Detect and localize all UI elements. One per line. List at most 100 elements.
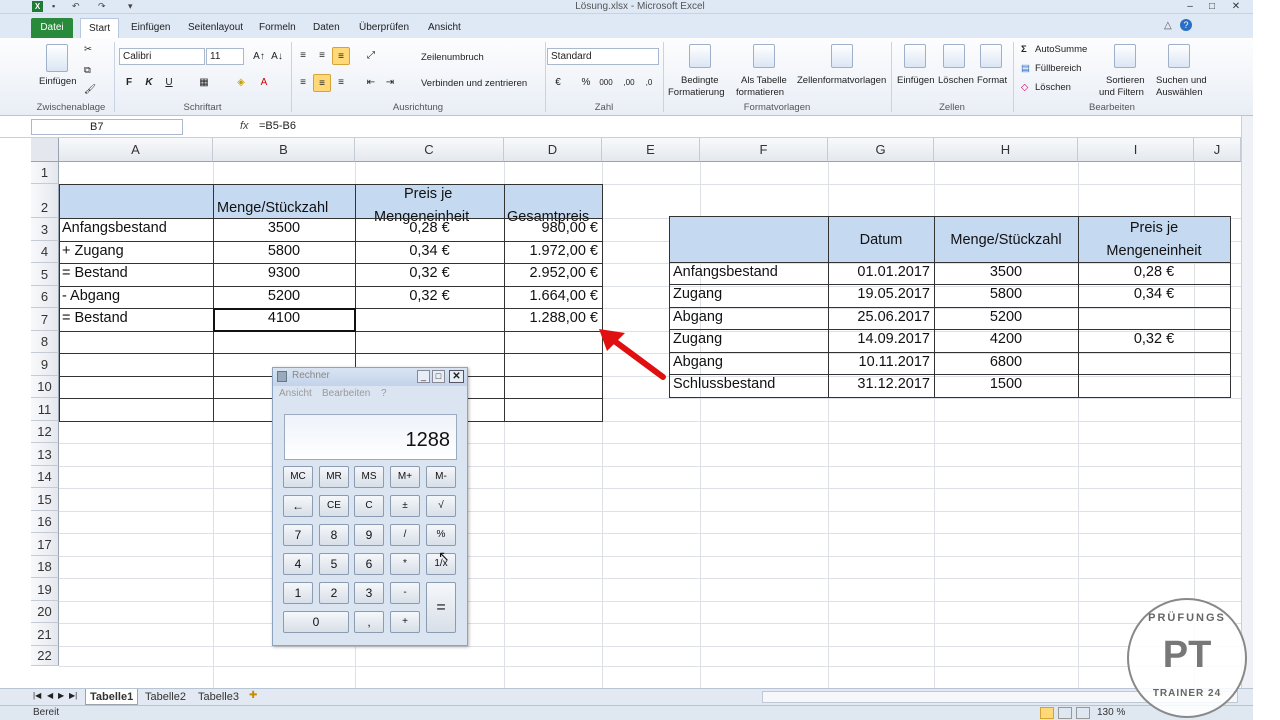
table1-row-price[interactable]: 0,32 €	[355, 265, 504, 281]
table1-row-total[interactable]: 980,00 €	[504, 220, 598, 236]
insert-sheet-icon[interactable]: ✚	[249, 690, 257, 701]
font-color-icon[interactable]: A	[255, 74, 273, 92]
decrease-indent-icon[interactable]: ⇤	[362, 74, 380, 92]
align-right-icon[interactable]: ≡	[332, 74, 350, 92]
minimize-ribbon-icon[interactable]: △	[1164, 20, 1172, 31]
decrease-decimal-icon[interactable]: ,0	[640, 74, 658, 92]
row-header-4[interactable]: 4	[31, 241, 59, 263]
table2-row-date[interactable]: 14.09.2017	[828, 331, 934, 347]
row-header-21[interactable]: 21	[31, 623, 59, 646]
shrink-font-icon[interactable]: A↓	[268, 48, 286, 66]
table1-row-label[interactable]: - Abgang	[62, 288, 120, 304]
format-as-table-icon[interactable]	[753, 44, 775, 68]
conditional-formatting-label2[interactable]: Formatierung	[668, 87, 725, 98]
find-select-icon[interactable]	[1168, 44, 1190, 68]
table2-row-label[interactable]: Abgang	[673, 309, 723, 325]
row-header-7[interactable]: 7	[31, 308, 59, 331]
tab-formulas[interactable]: Formeln	[251, 18, 304, 38]
calc-key-k6[interactable]: 6	[354, 553, 384, 575]
table2-row-date[interactable]: 10.11.2017	[828, 354, 934, 370]
paste-button[interactable]: Einfügen	[39, 76, 77, 87]
delete-cells-icon[interactable]	[943, 44, 965, 68]
table2-row-label[interactable]: Zugang	[673, 331, 722, 347]
table2-row-quantity[interactable]: 5200	[934, 309, 1078, 325]
autosum-icon[interactable]: Σ	[1021, 44, 1027, 55]
calc-key-pm[interactable]: ±	[390, 495, 420, 517]
table2-row-label[interactable]: Anfangsbestand	[673, 264, 778, 280]
table2-row-price[interactable]: 0,34 €	[1078, 286, 1230, 302]
calc-key-mc[interactable]: MC	[283, 466, 313, 488]
conditional-formatting-icon[interactable]	[689, 44, 711, 68]
column-header-h[interactable]: H	[934, 138, 1078, 162]
calculator-title-bar[interactable]: Rechner _ □ ✕	[273, 368, 467, 386]
select-all-corner[interactable]	[31, 138, 59, 162]
table1-empty-cell[interactable]	[504, 331, 603, 354]
table1-row-quantity[interactable]: 5200	[213, 288, 355, 304]
table1-empty-cell[interactable]	[59, 331, 214, 354]
tab-data[interactable]: Daten	[305, 18, 348, 38]
underline-button[interactable]: U	[160, 74, 178, 92]
table1-row-quantity[interactable]: 9300	[213, 265, 355, 281]
calc-key-ce[interactable]: CE	[319, 495, 349, 517]
name-box[interactable]: B7	[31, 119, 183, 135]
calc-key-c[interactable]: C	[354, 495, 384, 517]
calc-key-mplus[interactable]: M+	[390, 466, 420, 488]
row-header-5[interactable]: 5	[31, 263, 59, 286]
thousands-icon[interactable]: 000	[597, 74, 615, 92]
autosum-button[interactable]: AutoSumme	[1035, 44, 1087, 55]
calc-key-dot[interactable]: ,	[354, 611, 384, 633]
table1-empty-cell[interactable]	[213, 331, 356, 354]
align-left-icon[interactable]: ≡	[294, 74, 312, 92]
table1-empty-cell[interactable]	[59, 353, 214, 377]
format-painter-icon[interactable]: 🖌	[84, 84, 96, 95]
calc-key-k1[interactable]: 1	[283, 582, 313, 604]
table1-row-total[interactable]: 1.664,00 €	[504, 288, 598, 304]
column-header-d[interactable]: D	[504, 138, 602, 162]
align-top-icon[interactable]: ≡	[294, 47, 312, 65]
column-header-f[interactable]: F	[700, 138, 828, 162]
calc-key-pct[interactable]: %	[426, 524, 456, 546]
tab-page-layout[interactable]: Seitenlayout	[180, 18, 251, 38]
table1-row-quantity[interactable]: 3500	[213, 220, 355, 236]
calc-key-k3[interactable]: 3	[354, 582, 384, 604]
table1-row-price[interactable]: 0,34 €	[355, 243, 504, 259]
find-select-label2[interactable]: Auswählen	[1156, 87, 1202, 98]
normal-view-icon[interactable]	[1040, 707, 1054, 719]
calc-key-k9[interactable]: 9	[354, 524, 384, 546]
calculator-window[interactable]: Rechner _ □ ✕ Ansicht Bearbeiten ? 1288 …	[272, 367, 468, 646]
help-icon[interactable]: ?	[1180, 19, 1192, 31]
currency-icon[interactable]: €	[549, 74, 567, 92]
clear-icon[interactable]: ◇	[1021, 82, 1028, 93]
row-header-3[interactable]: 3	[31, 218, 59, 241]
format-as-table-button[interactable]: Als Tabelle	[741, 75, 787, 86]
wrap-text-button[interactable]: Zeilenumbruch	[421, 52, 484, 63]
table2-row-quantity[interactable]: 1500	[934, 376, 1078, 392]
row-header-1[interactable]: 1	[31, 162, 59, 184]
row-header-13[interactable]: 13	[31, 443, 59, 466]
cell-styles-icon[interactable]	[831, 44, 853, 68]
table2-row-date[interactable]: 31.12.2017	[828, 376, 934, 392]
selected-cell-b7[interactable]	[213, 308, 356, 332]
table2-row-price[interactable]: 0,32 €	[1078, 331, 1230, 347]
calc-key-k0[interactable]: 0	[283, 611, 349, 633]
calc-key-mminus[interactable]: M-	[426, 466, 456, 488]
calc-key-k5[interactable]: 5	[319, 553, 349, 575]
format-cells-icon[interactable]	[980, 44, 1002, 68]
table1-empty-cell[interactable]	[504, 398, 603, 422]
minimize-button[interactable]: –	[1180, 0, 1200, 13]
row-header-15[interactable]: 15	[31, 488, 59, 511]
zoom-level[interactable]: 130 %	[1097, 706, 1125, 720]
row-header-16[interactable]: 16	[31, 511, 59, 533]
sheet-nav-last-icon[interactable]: ▶|	[69, 691, 77, 700]
number-format-select[interactable]: Standard	[547, 48, 659, 65]
table1-empty-cell[interactable]	[59, 376, 214, 399]
table1-row-label[interactable]: Anfangsbestand	[62, 220, 167, 236]
table2-row-quantity[interactable]: 4200	[934, 331, 1078, 347]
calc-key-sub[interactable]: -	[390, 582, 420, 604]
table2-row-label[interactable]: Schlussbestand	[673, 376, 775, 392]
sheet-tab-tabelle1[interactable]: Tabelle1	[85, 689, 139, 705]
calc-key-ms[interactable]: MS	[354, 466, 384, 488]
table1-row-total[interactable]: 2.952,00 €	[504, 265, 598, 281]
row-header-20[interactable]: 20	[31, 601, 59, 623]
maximize-button[interactable]: □	[1202, 0, 1222, 13]
